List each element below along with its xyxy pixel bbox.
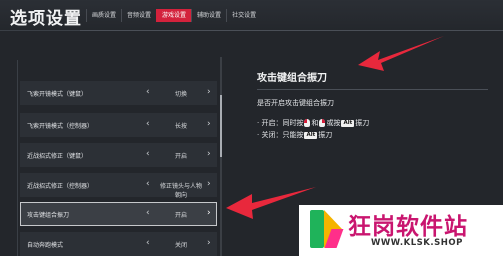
settings-tabs: 画质设置 音频设置 游戏设置 辅助设置 社交设置 bbox=[86, 9, 261, 22]
detail-on-prefix: · 开启：同时按 bbox=[257, 119, 304, 127]
chevron-left-icon[interactable]: ‹ bbox=[146, 149, 150, 159]
mouse-right-button-icon bbox=[319, 119, 326, 127]
setting-row-grapple-aim-controller[interactable]: 飞索开镜模式（控制器） ‹ 长按 › bbox=[20, 113, 217, 137]
setting-row-grapple-aim-kbm[interactable]: 飞索开镜模式（键鼠） ‹ 切换 › bbox=[20, 81, 217, 105]
setting-label: 近战招式修正（键鼠） bbox=[27, 153, 88, 160]
detail-on-description: · 开启：同时按 和 或按 Alt 振刀 bbox=[257, 118, 369, 128]
setting-value: 开启 bbox=[174, 153, 187, 160]
chevron-left-icon[interactable]: ‹ bbox=[146, 238, 150, 248]
setting-label: 攻击键组合振刀 bbox=[27, 212, 70, 219]
chevron-right-icon[interactable]: › bbox=[207, 149, 211, 159]
detail-divider bbox=[257, 89, 488, 90]
chevron-left-icon[interactable]: ‹ bbox=[146, 87, 150, 97]
setting-value: 关闭 bbox=[174, 242, 187, 249]
watermark-url: WWW.KLSK.SHOP bbox=[371, 238, 463, 248]
chevron-left-icon[interactable]: ‹ bbox=[146, 208, 150, 218]
detail-on-or: 或按 bbox=[326, 119, 341, 127]
chevron-right-icon[interactable]: › bbox=[207, 179, 211, 189]
tab-graphics[interactable]: 画质设置 bbox=[86, 9, 121, 22]
setting-row-melee-correction-kbm[interactable]: 近战招式修正（键鼠） ‹ 开启 › bbox=[20, 143, 217, 167]
tab-social[interactable]: 社交设置 bbox=[226, 9, 261, 22]
chevron-right-icon[interactable]: › bbox=[207, 238, 211, 248]
setting-value: 开启 bbox=[174, 212, 187, 219]
alt-key-icon: Alt bbox=[304, 131, 318, 139]
chevron-right-icon[interactable]: › bbox=[207, 208, 211, 218]
page-title: 选项设置 bbox=[10, 9, 82, 29]
detail-on-and: 和 bbox=[311, 119, 319, 127]
setting-label: 飞索开镜模式（键鼠） bbox=[27, 91, 88, 98]
tab-game[interactable]: 游戏设置 bbox=[156, 9, 192, 22]
detail-on-suffix: 振刀 bbox=[355, 119, 370, 127]
setting-row-melee-correction-controller[interactable]: 近战招式修正（控制器） ‹ 修正镜头与人物朝向 › bbox=[20, 173, 217, 199]
chevron-left-icon[interactable]: ‹ bbox=[146, 119, 150, 129]
watermark-logo-icon bbox=[310, 210, 324, 248]
tab-audio[interactable]: 音频设置 bbox=[121, 9, 156, 22]
setting-value: 切换 bbox=[174, 91, 187, 98]
tab-assist[interactable]: 辅助设置 bbox=[191, 9, 226, 22]
setting-row-attack-parry-combo[interactable]: 攻击键组合振刀 ‹ 开启 › bbox=[20, 202, 217, 226]
setting-label: 近战招式修正（控制器） bbox=[27, 183, 94, 190]
detail-off-prefix: · 关闭：只能按 bbox=[257, 131, 304, 139]
detail-off-description: · 关闭：只能按 Alt 振刀 bbox=[257, 130, 332, 140]
scrollbar-thumb[interactable] bbox=[220, 95, 222, 157]
top-bar: 选项设置 画质设置 音频设置 游戏设置 辅助设置 社交设置 bbox=[0, 0, 503, 31]
setting-value: 长按 bbox=[174, 123, 187, 130]
tab-divider bbox=[80, 30, 503, 31]
chevron-right-icon[interactable]: › bbox=[207, 87, 211, 97]
setting-label: 自动奔跑模式 bbox=[27, 242, 64, 249]
setting-row-auto-sprint[interactable]: 自动奔跑模式 ‹ 关闭 › bbox=[20, 232, 217, 256]
annotation-arrow-top-icon bbox=[358, 36, 444, 71]
detail-off-suffix: 振刀 bbox=[318, 131, 333, 139]
setting-label: 飞索开镜模式（控制器） bbox=[27, 123, 94, 130]
detail-title: 攻击键组合振刀 bbox=[257, 73, 327, 84]
chevron-right-icon[interactable]: › bbox=[207, 119, 211, 129]
setting-value: 修正镜头与人物朝向 bbox=[159, 183, 202, 199]
alt-key-icon: Alt bbox=[341, 119, 355, 127]
list-left-divider bbox=[17, 60, 18, 256]
mouse-left-button-icon bbox=[304, 119, 311, 127]
chevron-left-icon[interactable]: ‹ bbox=[146, 179, 150, 189]
watermark-name: 狂岗软件站 bbox=[348, 214, 468, 240]
detail-question: 是否开启攻击键组合振刀 bbox=[257, 99, 334, 107]
